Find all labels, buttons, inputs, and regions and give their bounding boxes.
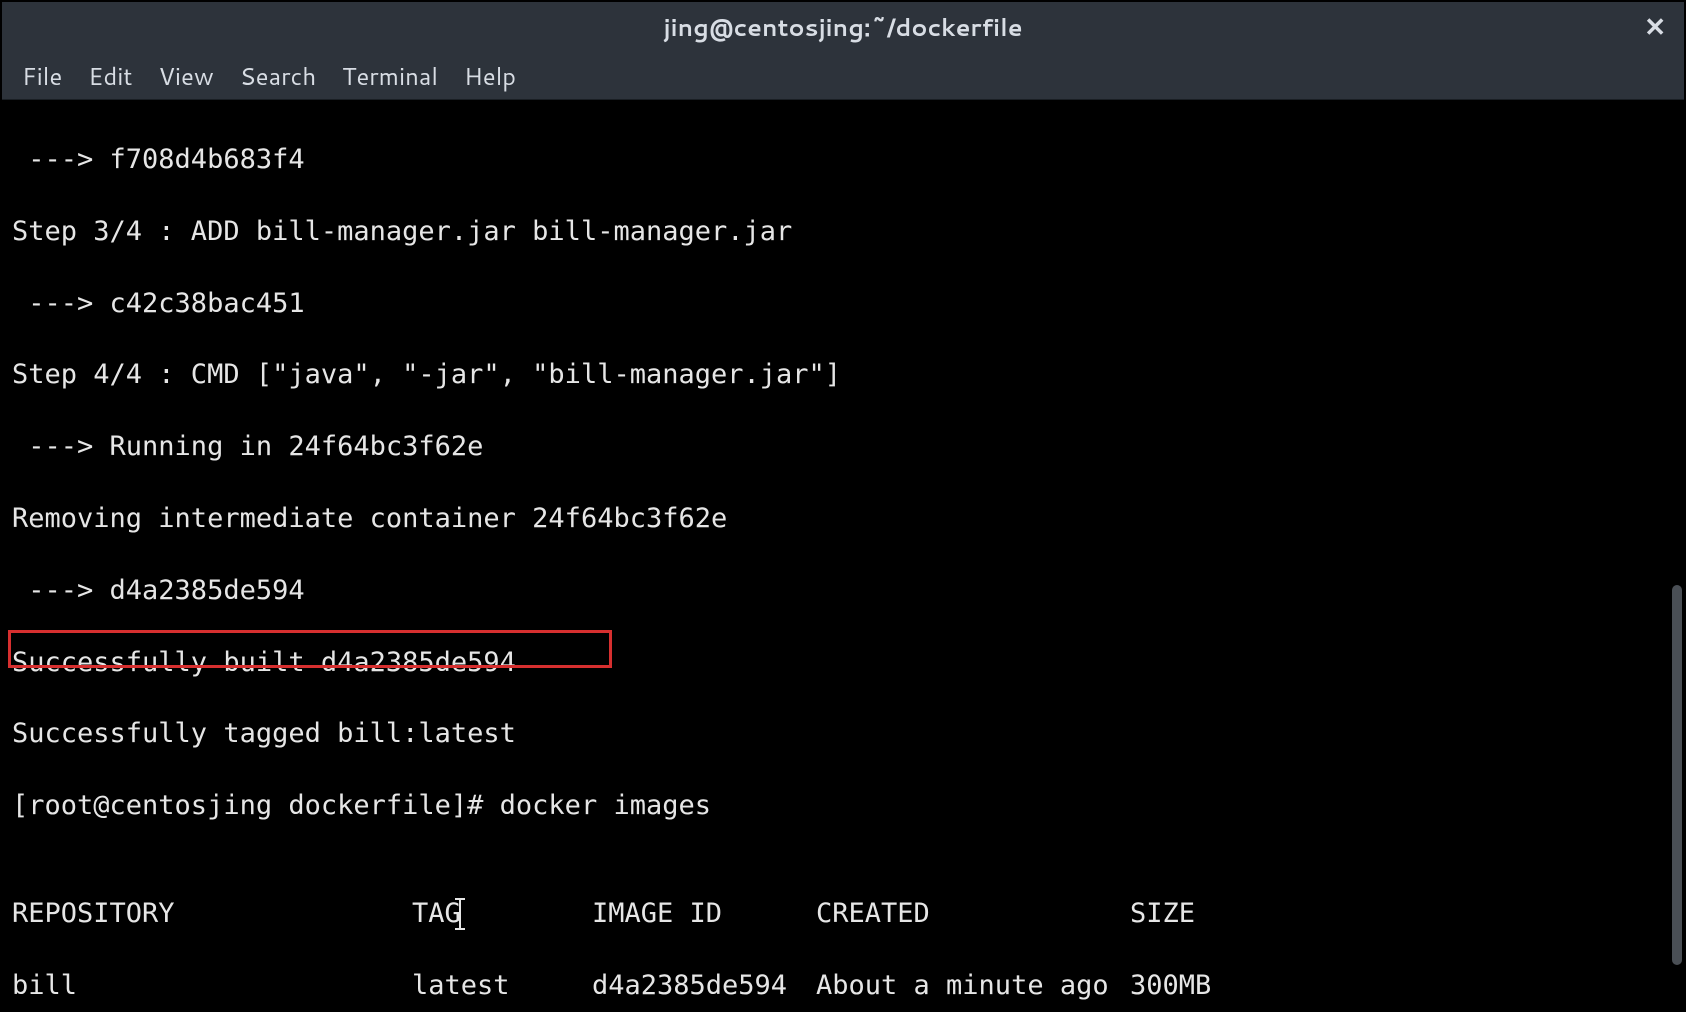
output-line: ---> d4a2385de594 [12, 573, 1674, 609]
cell-size: 300MB [1130, 968, 1674, 1004]
scrollbar[interactable] [1672, 585, 1682, 965]
menubar: File Edit View Search Terminal Help [2, 52, 1684, 100]
menu-help[interactable]: Help [464, 59, 516, 93]
cell-id: d4a2385de594 [592, 968, 816, 1004]
table-header: REPOSITORYTAG IMAGE IDCREATEDSIZE [12, 896, 1674, 932]
cell-created: About a minute ago [816, 968, 1130, 1004]
text-cursor-icon [459, 900, 461, 928]
docker-images-table: REPOSITORYTAG IMAGE IDCREATEDSIZE billlat… [12, 860, 1674, 1010]
menu-terminal[interactable]: Terminal [342, 59, 438, 93]
terminal-area[interactable]: ---> f708d4b683f4 Step 3/4 : ADD bill-ma… [2, 100, 1684, 1010]
col-tag: TAG [412, 898, 461, 929]
cell-repo: bill [12, 968, 412, 1004]
output-line: ---> c42c38bac451 [12, 286, 1674, 322]
output-line: ---> f708d4b683f4 [12, 142, 1674, 178]
output-line: Step 4/4 : CMD ["java", "-jar", "bill-ma… [12, 357, 1674, 393]
output-line: Successfully tagged bill:latest [12, 716, 1674, 752]
output-line: Removing intermediate container 24f64bc3… [12, 501, 1674, 537]
menu-file[interactable]: File [22, 59, 62, 93]
col-image-id: IMAGE ID [592, 896, 816, 932]
prompt-line: [root@centosjing dockerfile]# docker ima… [12, 788, 1674, 824]
col-size: SIZE [1130, 896, 1674, 932]
terminal-window: jing@centosjing:~/dockerfile ✕ File Edit… [0, 0, 1686, 1012]
output-line: ---> Running in 24f64bc3f62e [12, 429, 1674, 465]
titlebar[interactable]: jing@centosjing:~/dockerfile ✕ [2, 2, 1684, 52]
window-title: jing@centosjing:~/dockerfile [663, 10, 1022, 44]
menu-search[interactable]: Search [240, 59, 316, 93]
menu-edit[interactable]: Edit [88, 59, 132, 93]
cell-tag: latest [412, 968, 592, 1004]
output-line: Successfully built d4a2385de594 [12, 645, 1674, 681]
output-line: Step 3/4 : ADD bill-manager.jar bill-man… [12, 214, 1674, 250]
close-icon[interactable]: ✕ [1644, 14, 1666, 40]
col-repository: REPOSITORY [12, 896, 412, 932]
col-created: CREATED [816, 896, 1130, 932]
table-row: billlatestd4a2385de594About a minute ago… [12, 968, 1674, 1004]
menu-view[interactable]: View [158, 59, 213, 93]
